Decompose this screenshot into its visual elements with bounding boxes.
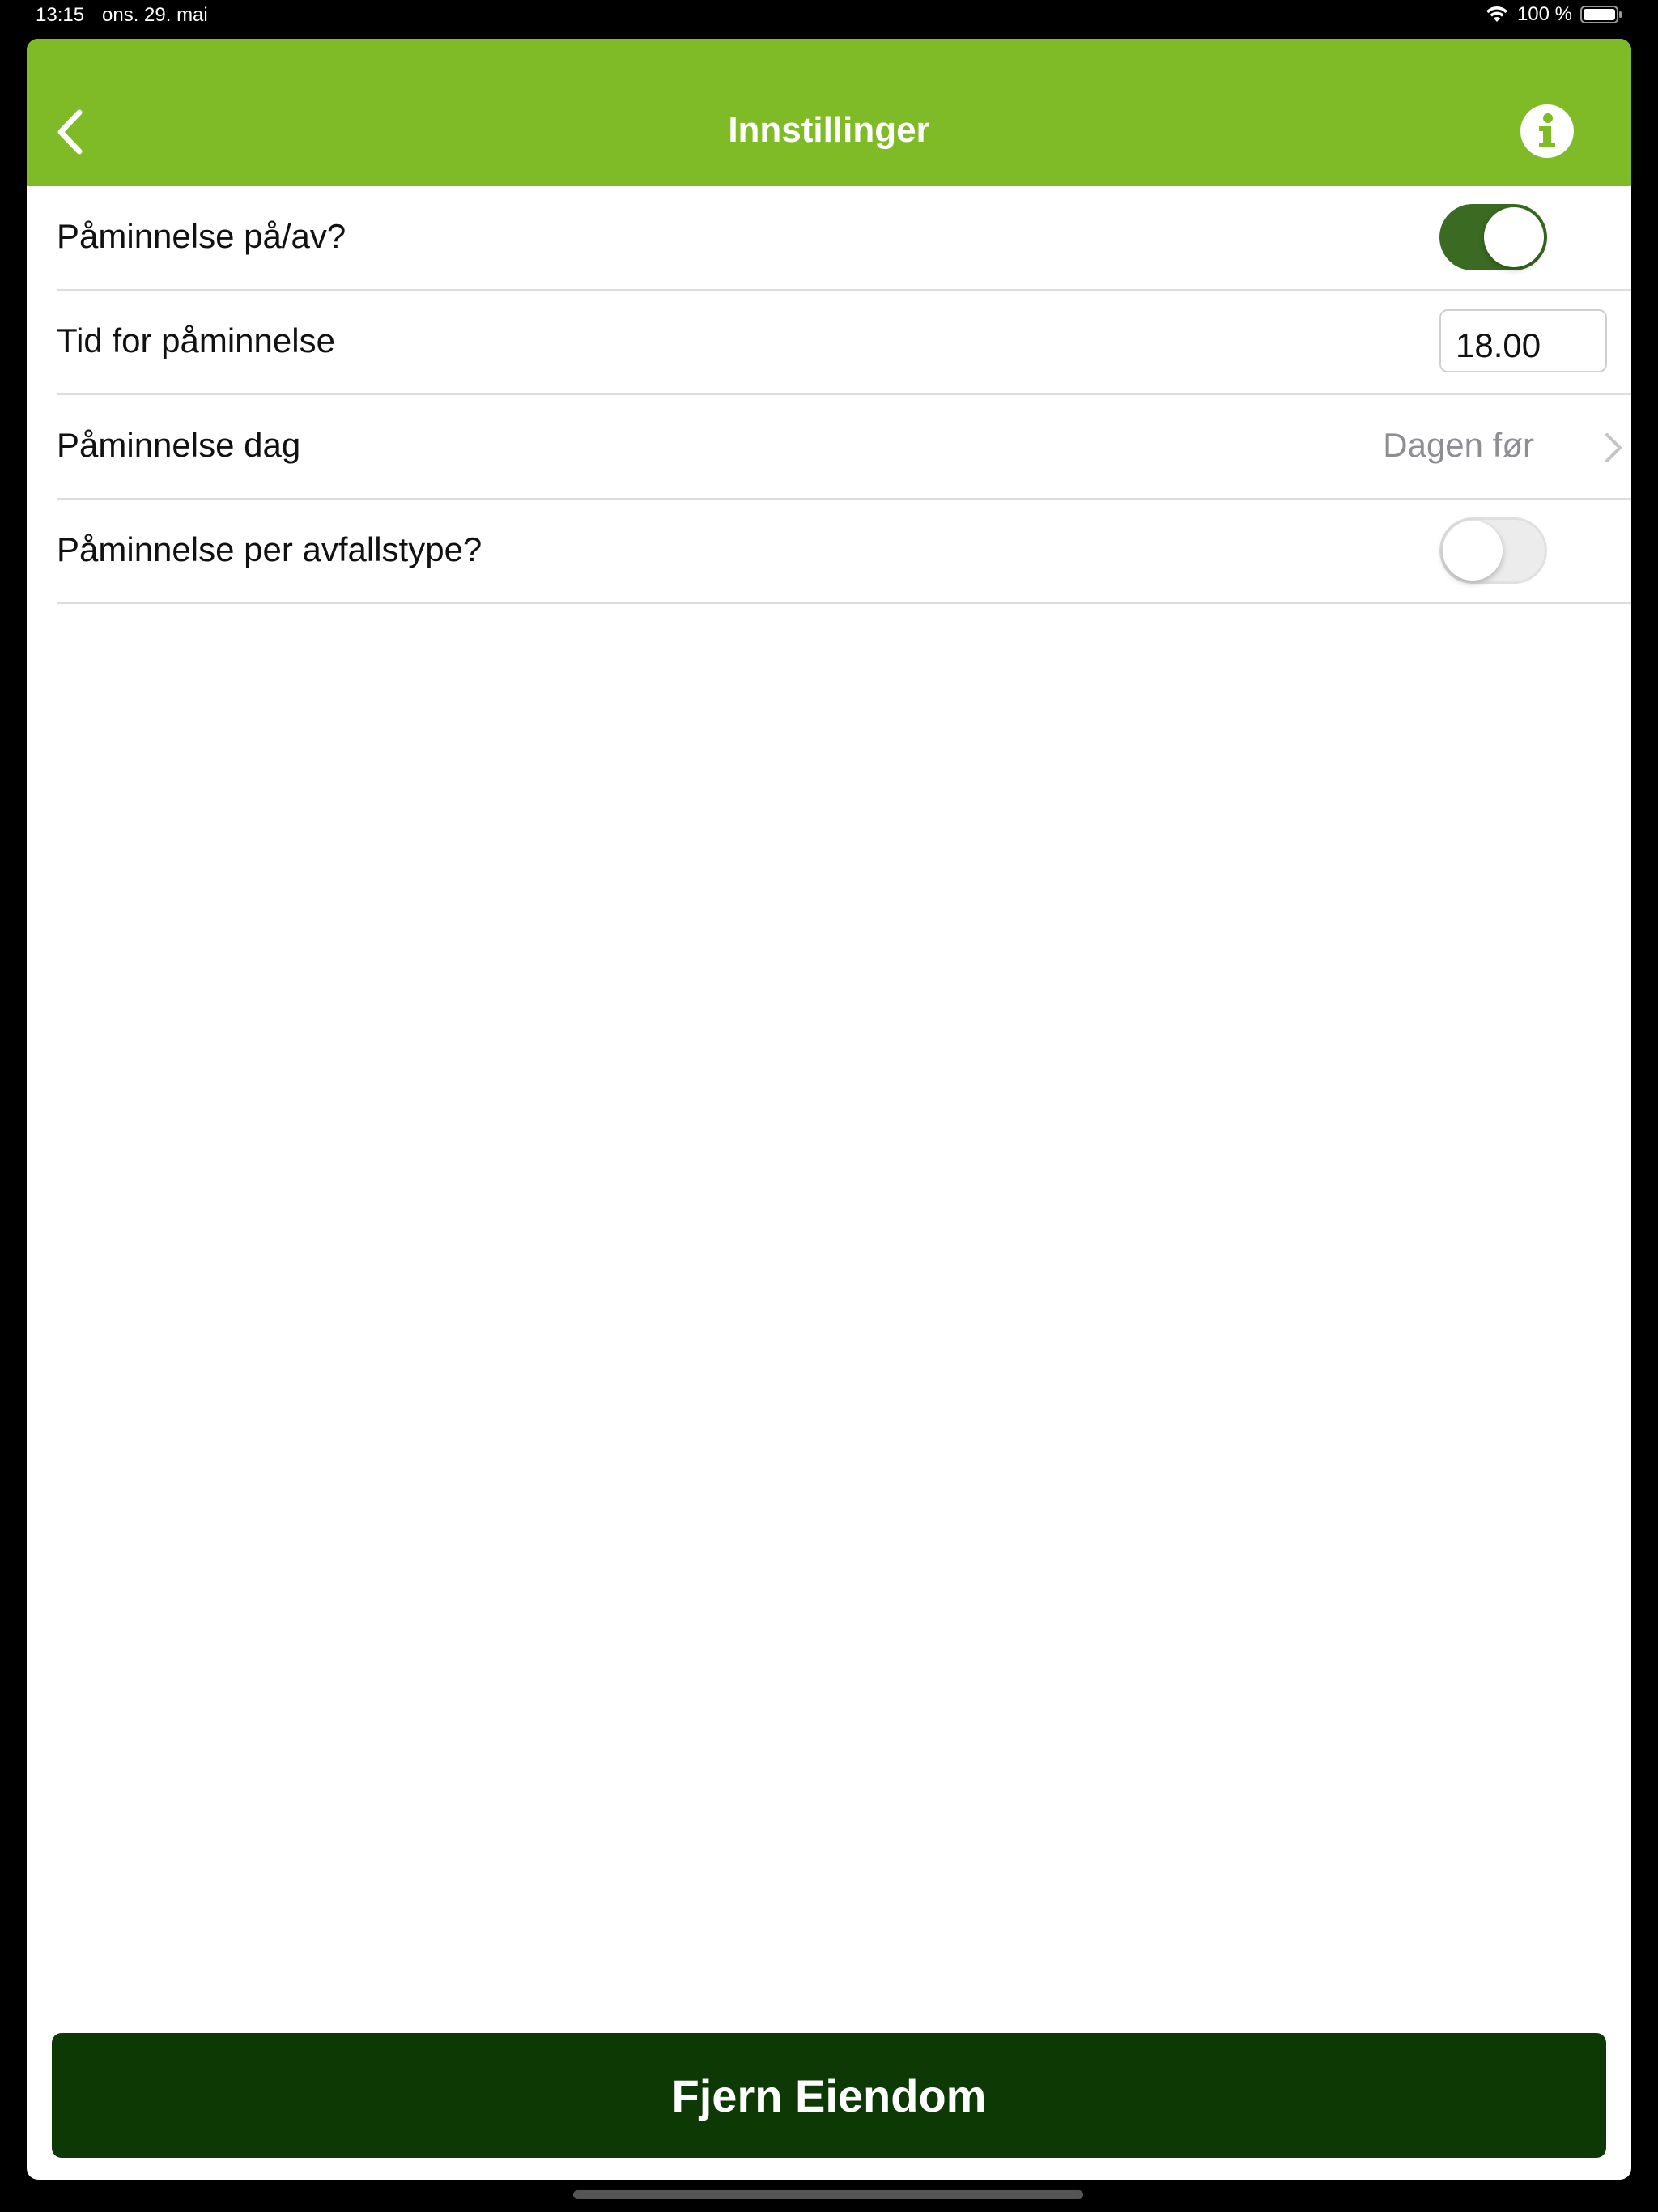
battery-percentage: 100 % bbox=[1516, 3, 1572, 25]
per-waste-type-toggle[interactable] bbox=[1439, 517, 1547, 584]
per-waste-type-label: Påminnelse per avfallstype? bbox=[57, 530, 483, 568]
toggle-knob bbox=[1484, 207, 1544, 267]
reminder-day-row[interactable]: Påminnelse dag Dagen før bbox=[57, 395, 1631, 500]
home-indicator bbox=[573, 2190, 1083, 2199]
info-icon[interactable] bbox=[1520, 104, 1575, 159]
reminder-time-label: Tid for påminnelse bbox=[57, 321, 335, 359]
reminder-toggle[interactable] bbox=[1439, 204, 1547, 270]
status-time: 13:15 bbox=[36, 4, 85, 26]
remove-property-button[interactable]: Fjern Eiendom bbox=[52, 2033, 1606, 2158]
status-date: ons. 29. mai bbox=[102, 4, 208, 26]
reminder-day-label: Påminnelse dag bbox=[57, 426, 301, 464]
status-indicators: 100 % bbox=[1485, 3, 1622, 26]
settings-list: Påminnelse på/av? Tid for påminnelse Påm… bbox=[27, 186, 1631, 604]
reminder-day-value: Dagen før bbox=[1383, 426, 1534, 464]
per-waste-type-row: Påminnelse per avfallstype? bbox=[57, 500, 1631, 604]
reminder-time-field[interactable] bbox=[1439, 309, 1607, 372]
chevron-right-icon bbox=[1605, 433, 1622, 462]
toggle-knob bbox=[1443, 521, 1503, 581]
page-title: Innstillinger bbox=[728, 110, 930, 150]
reminder-toggle-label: Påminnelse på/av? bbox=[57, 217, 346, 255]
settings-sheet: Innstillinger Påminnelse på/av? Tid for … bbox=[27, 39, 1631, 2180]
reminder-toggle-row: Påminnelse på/av? bbox=[57, 186, 1631, 291]
status-bar: 13:15 ons. 29. mai 100 % bbox=[0, 0, 1658, 39]
reminder-time-row: Tid for påminnelse bbox=[57, 291, 1631, 395]
battery-icon bbox=[1580, 6, 1622, 23]
navigation-bar: Innstillinger bbox=[27, 39, 1631, 186]
wifi-icon bbox=[1486, 6, 1507, 22]
